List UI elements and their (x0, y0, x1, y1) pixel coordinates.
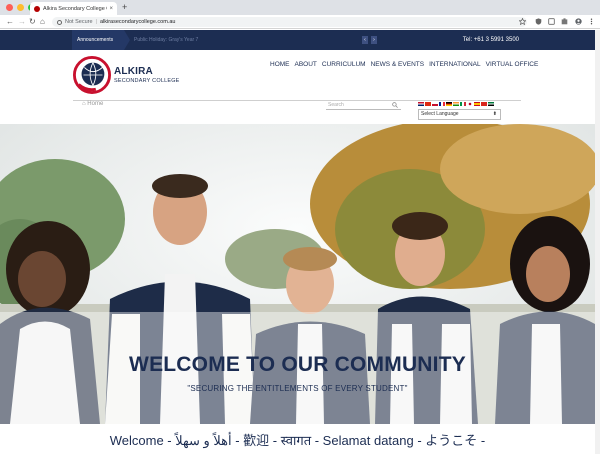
page-scrollbar[interactable] (595, 30, 600, 454)
announcement-ticker[interactable]: Public Holiday: Gray's Year 7 (134, 30, 198, 50)
browser-tab-bar: Alkira Secondary College Onl... × + (0, 0, 600, 15)
hero-title: WELCOME TO OUR COMMUNITY (129, 353, 466, 376)
flag-icon[interactable] (439, 102, 445, 106)
nav-about[interactable]: ABOUT (295, 61, 317, 68)
close-window-button[interactable] (6, 4, 13, 11)
flag-icon[interactable] (432, 102, 438, 106)
minimize-window-button[interactable] (17, 4, 24, 11)
main-navigation: HOME ABOUT CURRICULUM NEWS & EVENTS INTE… (270, 61, 538, 68)
nav-home[interactable]: HOME (270, 61, 290, 68)
brand-subtitle[interactable]: SECONDARY COLLEGE (114, 78, 180, 84)
phone-number[interactable]: Tel: +61 3 5991 3500 (463, 30, 519, 50)
language-select[interactable]: Select Language ⬍ (418, 109, 501, 120)
nav-curriculum[interactable]: CURRICULUM (322, 61, 366, 68)
search-icon[interactable] (392, 102, 398, 108)
hero-subtitle: "SECURING THE ENTITLEMENTS OF EVERY STUD… (187, 384, 408, 393)
announcement-next-button[interactable]: › (371, 36, 377, 44)
breadcrumb-home-label: Home (87, 101, 104, 107)
info-icon[interactable] (57, 19, 62, 25)
back-button[interactable]: ← (6, 16, 14, 27)
url-separator: | (95, 19, 97, 25)
tab-title: Alkira Secondary College Onl... (43, 5, 107, 12)
announcements-label: Announcements (72, 30, 124, 50)
nav-international[interactable]: INTERNATIONAL (429, 61, 481, 68)
security-label: Not Secure (65, 19, 93, 25)
language-select-value: Select Language (421, 111, 459, 117)
search-input[interactable]: Search (328, 102, 344, 108)
browser-toolbar: ← → ↻ ⌂ Not Secure | alkirasecondarycoll… (0, 15, 600, 29)
select-caret-icon: ⬍ (492, 111, 497, 117)
url-text[interactable]: alkirasecondarycollege.com.au (100, 19, 176, 25)
flag-icon[interactable] (481, 102, 487, 106)
announcements-arrow (124, 30, 130, 50)
announcement-prev-button[interactable]: ‹ (362, 36, 368, 44)
multilingual-welcome: Welcome - أهلاً و سهلاً - 歡迎 - स्वागत - … (109, 433, 486, 448)
extension-puzzle-icon[interactable] (561, 18, 568, 25)
extension-shield-icon[interactable] (535, 18, 542, 25)
site-favicon-icon (34, 5, 40, 12)
browser-tab[interactable]: Alkira Secondary College Onl... × (30, 2, 117, 15)
tab-close-icon[interactable]: × (109, 6, 113, 12)
browser-menu-icon[interactable] (588, 18, 595, 25)
language-flags (418, 102, 494, 106)
header-divider (73, 100, 521, 101)
nav-news-events[interactable]: NEWS & EVENTS (371, 61, 424, 68)
reload-button[interactable]: ↻ (29, 16, 36, 27)
new-tab-button[interactable]: + (122, 2, 127, 13)
flag-icon[interactable] (425, 102, 431, 106)
flag-icon[interactable] (488, 102, 494, 106)
home-button[interactable]: ⌂ (40, 16, 45, 27)
forward-button[interactable]: → (18, 16, 26, 27)
home-icon: ⌂ (82, 101, 86, 107)
hero-banner: WELCOME TO OUR COMMUNITY "SECURING THE E… (0, 124, 595, 424)
flag-icon[interactable] (474, 102, 480, 106)
brand-name[interactable]: ALKIRA (114, 66, 153, 77)
bookmark-star-icon[interactable] (519, 18, 526, 25)
site-top-bar: Announcements Public Holiday: Gray's Yea… (0, 30, 595, 50)
flag-icon[interactable] (418, 102, 424, 106)
nav-virtual-office[interactable]: VIRTUAL OFFICE (486, 61, 539, 68)
profile-avatar-icon[interactable] (575, 18, 582, 25)
college-logo-icon[interactable] (73, 56, 111, 94)
flag-icon[interactable] (446, 102, 452, 106)
flag-icon[interactable] (467, 102, 473, 106)
search-box[interactable]: Search (326, 101, 401, 110)
breadcrumb-home[interactable]: ⌂ Home (82, 101, 103, 107)
flag-icon[interactable] (460, 102, 466, 106)
flag-icon[interactable] (453, 102, 459, 106)
address-bar[interactable]: Not Secure | alkirasecondarycollege.com.… (52, 17, 527, 27)
extension-box-icon[interactable] (548, 18, 555, 25)
